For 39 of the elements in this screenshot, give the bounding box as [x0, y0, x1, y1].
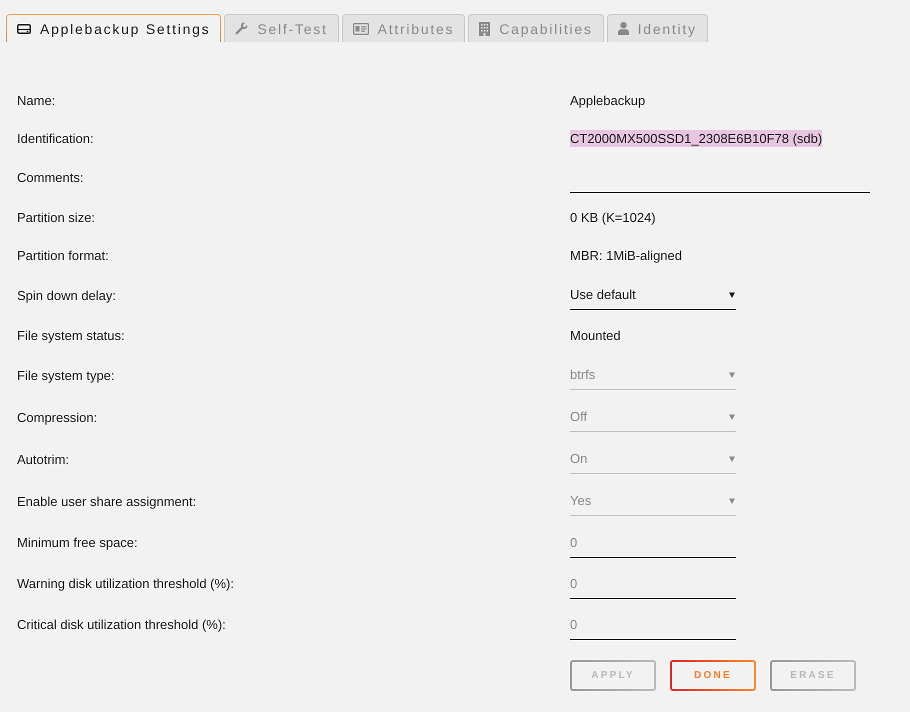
done-button[interactable]: DONE	[670, 660, 756, 691]
tab[interactable]: Applebackup Settings	[6, 14, 222, 42]
wrench-icon	[235, 22, 248, 35]
caret-icon	[729, 498, 735, 504]
user-icon	[618, 22, 629, 35]
number-field[interactable]: 0	[570, 610, 736, 640]
field-label: File system status:	[17, 328, 125, 342]
tab[interactable]: Attributes	[342, 14, 466, 42]
caret-icon	[729, 292, 735, 298]
field-value: Applebackup	[570, 92, 646, 108]
drive-icon	[17, 24, 31, 34]
number-field[interactable]: 0	[570, 528, 736, 558]
id-card-icon	[352, 22, 369, 34]
field-value: MBR: 1MiB-aligned	[570, 246, 682, 264]
field-label: Partition format:	[17, 248, 109, 262]
field-value: 0 KB (K=1024)	[570, 208, 656, 226]
caret-icon	[729, 414, 735, 420]
field-label: Minimum free space:	[17, 535, 138, 550]
tab[interactable]: Capabilities	[468, 14, 604, 42]
dropdown[interactable]: Use default	[570, 280, 736, 310]
field-label: Compression:	[17, 410, 98, 424]
field-label: Spin down delay:	[17, 288, 116, 302]
tab[interactable]: Identity	[606, 14, 708, 42]
field-label: Comments:	[17, 170, 84, 185]
field-value: CT2000MX500SSD1_2308E6B10F78 (sdb)	[570, 130, 822, 146]
caret-icon	[729, 372, 735, 378]
field-label: Enable user share assignment:	[17, 494, 196, 508]
building-icon	[479, 22, 490, 36]
field-label: Partition size:	[17, 210, 96, 224]
number-field[interactable]: 0	[570, 568, 736, 598]
field-label: File system type:	[17, 368, 115, 382]
tab[interactable]: Self-Test	[224, 14, 339, 42]
caret-icon	[729, 456, 735, 462]
field-label: Autotrim:	[17, 452, 70, 466]
field-label: Identification:	[17, 130, 94, 146]
field-value: Mounted	[570, 326, 621, 344]
field-label: Critical disk utilization threshold (%):	[17, 617, 226, 632]
field-label: Warning disk utilization threshold (%):	[17, 576, 234, 591]
field-label: Name:	[17, 92, 56, 108]
